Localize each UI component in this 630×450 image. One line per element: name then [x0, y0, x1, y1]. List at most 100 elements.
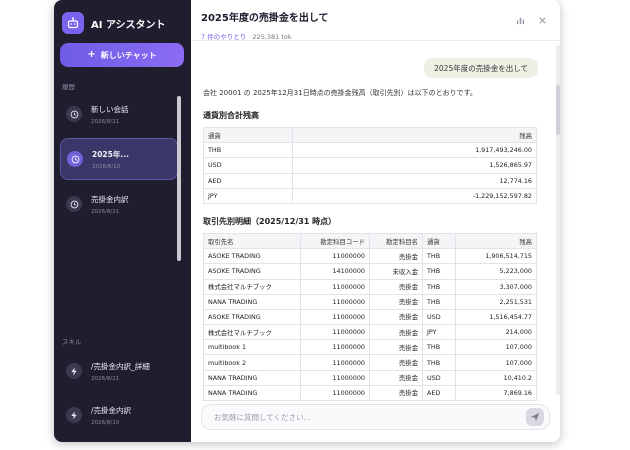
history-section-label: 履歴: [62, 83, 75, 91]
currency-cell: JPY: [203, 187, 293, 204]
message-composer: [201, 404, 550, 430]
chat-title: 2025年度の売掛金を出して: [201, 13, 329, 24]
assistant-intro: 会社 20001 の 2025年12月31日時点の売掛金残高（取引先別）は以下の…: [203, 89, 477, 97]
currency-cell: THB: [422, 278, 456, 295]
customer-cell: ASOKE TRADING: [203, 248, 301, 265]
balance-cell: 1,516,454.77: [455, 308, 537, 326]
history-item-date: 2026/8/21: [91, 118, 120, 125]
skills-section-label: スキル: [62, 338, 82, 346]
account-name-cell: 売掛金: [369, 369, 423, 386]
account-code-cell: 11000000: [300, 248, 370, 265]
account-code-cell: 11000000: [300, 339, 370, 356]
history-item[interactable]: 新しい会話 2026/8/21: [60, 93, 178, 135]
clock-icon: [66, 196, 82, 212]
column-header: 通貨: [422, 232, 456, 250]
column-header: 通貨: [203, 126, 293, 144]
new-chat-button[interactable]: + 新しいチャット: [60, 43, 184, 67]
table-row: NANA TRADING 11000000 売掛金 AED 7,869.16: [203, 384, 537, 402]
account-name-cell: 売掛金: [369, 324, 423, 341]
lightning-icon: [66, 363, 82, 379]
chart-icon[interactable]: [514, 14, 526, 26]
currency-cell: THB: [422, 293, 456, 310]
currency-cell: AED: [203, 172, 293, 189]
account-name-cell: 売掛金: [369, 278, 423, 295]
app-window: AI アシスタント + 新しいチャット 履歴 新しい会話 2026/8/21 2…: [54, 0, 560, 442]
skills-list: /売掛金内訳_詳細 2026/8/21 /売掛金内訳 2026/8/10: [60, 350, 184, 438]
balance-cell: 2,251,531: [455, 293, 537, 310]
currency-cell: THB: [422, 248, 456, 265]
customer-cell: NANA TRADING: [203, 293, 301, 310]
skill-item[interactable]: /売掛金内訳_詳細 2026/8/21: [60, 350, 184, 392]
skill-item-date: 2026/8/10: [91, 419, 120, 426]
customer-cell: ASOKE TRADING: [203, 308, 301, 326]
table-row: ASOKE TRADING 11000000 売掛金 USD 1,516,454.77: [203, 308, 537, 326]
close-icon[interactable]: [536, 14, 548, 26]
currency-cell: USD: [203, 157, 293, 174]
currency-cell: THB: [422, 354, 456, 371]
account-code-cell: 14100000: [300, 263, 370, 280]
account-name-cell: 売掛金: [369, 384, 423, 402]
skill-item-title: /売掛金内訳: [91, 405, 132, 415]
currency-cell: USD: [422, 369, 456, 386]
detail-table-heading: 取引先別明細（2025/12/31 時点）: [203, 216, 337, 226]
account-name-cell: 売掛金: [369, 308, 423, 326]
column-header: 勘定科目名: [369, 232, 423, 250]
lightning-icon: [66, 407, 82, 423]
table-row: USD 1,526,865.97: [203, 157, 537, 174]
account-code-cell: 11000000: [300, 354, 370, 371]
table-row: 株式会社マルチブック 11000000 売掛金 JPY 214,000: [203, 324, 537, 341]
history-item-title: 売掛金内訳: [91, 194, 129, 204]
table-row: multibook 2 11000000 売掛金 THB 107,000: [203, 354, 537, 371]
currency-cell: JPY: [422, 324, 456, 341]
account-code-cell: 11000000: [300, 293, 370, 310]
column-header: 残高: [455, 232, 537, 250]
balance-cell: 107,000: [455, 339, 537, 356]
balance-cell: 5,223,000: [455, 263, 537, 280]
customer-cell: 株式会社マルチブック: [203, 278, 301, 295]
column-header: 勘定科目コード: [300, 232, 370, 250]
account-name-cell: 未収入金: [369, 263, 423, 280]
message-input[interactable]: [212, 411, 526, 423]
account-code-cell: 11000000: [300, 278, 370, 295]
table-row: multibook 1 11000000 売掛金 THB 107,000: [203, 339, 537, 356]
balance-cell: 1,526,865.97: [292, 157, 537, 174]
table-row: AED 12,774.16: [203, 172, 537, 189]
send-icon: [531, 413, 539, 421]
table-row: ASOKE TRADING 11000000 売掛金 THB 1,906,514,715: [203, 248, 537, 265]
customer-cell: NANA TRADING: [203, 384, 301, 402]
send-button[interactable]: [526, 408, 544, 426]
chat-panel: 2025年度の売掛金を出して 7 件のやりとり · 225,381 tok 20…: [191, 0, 560, 442]
skill-item[interactable]: /売掛金内訳 2026/8/10: [60, 394, 184, 436]
table-row: THB 1,917,493,246.00: [203, 142, 537, 159]
account-code-cell: 11000000: [300, 384, 370, 402]
account-code-cell: 11000000: [300, 369, 370, 386]
assistant-message: 会社 20001 の 2025年12月31日時点の売掛金残高（取引先別）は以下の…: [203, 88, 539, 402]
sidebar-scrollbar[interactable]: [177, 96, 181, 261]
plus-icon: +: [87, 49, 96, 60]
chat-scrollbar[interactable]: [556, 45, 560, 395]
table-row: JPY -1,229,152,597.82: [203, 187, 537, 204]
currency-cell: THB: [422, 339, 456, 356]
detail-table: 取引先名 勘定科目コード 勘定科目名 通貨 残高 ASOKE TRADING 11…: [203, 232, 537, 402]
currency-cell: THB: [422, 263, 456, 280]
clock-icon: [66, 106, 82, 122]
balance-cell: 10,410.2: [455, 369, 537, 386]
currency-cell: AED: [422, 384, 456, 402]
chat-scrollbar-thumb[interactable]: [556, 85, 560, 135]
balance-cell: 1,906,514,715: [455, 248, 537, 265]
balance-cell: 12,774.16: [292, 172, 537, 189]
table-row: ASOKE TRADING 14100000 未収入金 THB 5,223,000: [203, 263, 537, 280]
history-item-active[interactable]: 2025年... 2026/8/10: [60, 138, 178, 180]
balance-cell: -1,229,152,597.82: [292, 187, 537, 204]
header-divider: [191, 40, 560, 41]
balance-cell: 3,307,000: [455, 278, 537, 295]
currency-cell: THB: [203, 142, 293, 159]
history-item[interactable]: 売掛金内訳 2026/8/21: [60, 183, 178, 225]
account-name-cell: 売掛金: [369, 293, 423, 310]
account-name-cell: 売掛金: [369, 339, 423, 356]
chat-header: 2025年度の売掛金を出して 7 件のやりとり · 225,381 tok: [201, 9, 329, 41]
currency-cell: USD: [422, 308, 456, 326]
history-item-title: 2025年...: [92, 149, 129, 159]
customer-cell: multibook 2: [203, 354, 301, 371]
history-item-date: 2026/8/10: [92, 163, 121, 170]
